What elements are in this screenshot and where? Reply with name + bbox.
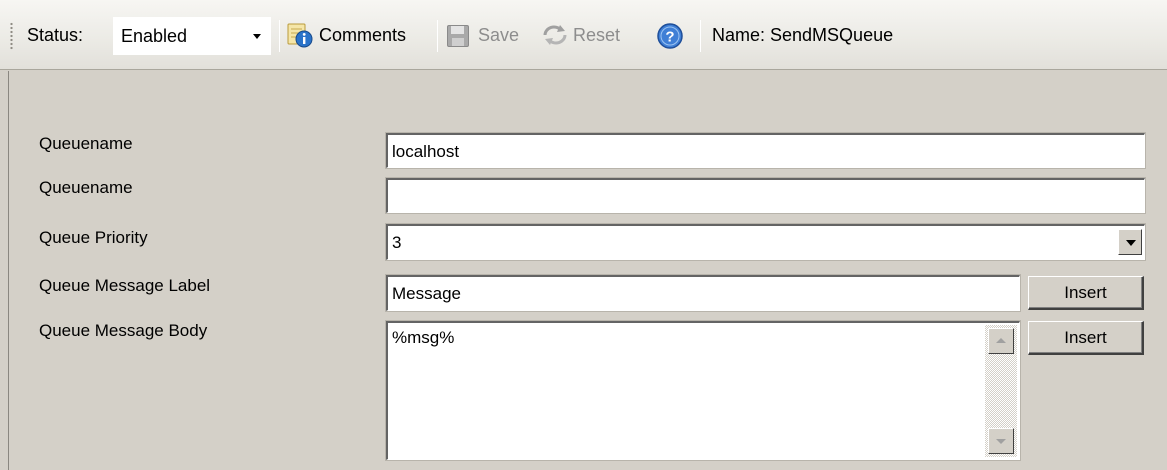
scroll-up-icon[interactable] (988, 328, 1014, 354)
queue-message-body-label: Queue Message Body (39, 321, 208, 340)
queue-priority-select[interactable]: 3 (386, 224, 1145, 260)
reset-icon[interactable] (541, 23, 569, 47)
queue-message-body-textarea[interactable]: %msg% (386, 321, 1020, 460)
help-icon[interactable]: ? (656, 22, 684, 50)
toolbar-separator (279, 20, 280, 52)
comments-button[interactable]: Comments (319, 25, 406, 46)
queue-message-label-input[interactable]: Message (386, 275, 1020, 311)
status-value: Enabled (121, 26, 188, 46)
queue-priority-label: Queue Priority (39, 228, 148, 247)
insert-body-button[interactable]: Insert (1028, 321, 1144, 355)
status-label: Status: (27, 25, 84, 45)
insert-label-button[interactable]: Insert (1028, 276, 1144, 310)
queuename-value: localhost (392, 142, 460, 161)
vertical-scrollbar[interactable] (985, 325, 1017, 457)
svg-text:?: ? (665, 29, 674, 46)
queue-message-body-value: %msg% (392, 328, 455, 347)
queue-message-label-label: Queue Message Label (39, 276, 211, 295)
queuename-label: Queuename (39, 134, 133, 153)
queue-priority-value: 3 (392, 233, 402, 252)
save-button[interactable]: Save (478, 25, 519, 46)
scroll-down-icon[interactable] (988, 428, 1014, 454)
toolbar-separator (437, 20, 438, 52)
queue-message-label-value: Message (392, 284, 461, 303)
save-icon[interactable] (446, 24, 470, 48)
reset-button[interactable]: Reset (573, 25, 620, 46)
toolbar-separator (700, 20, 701, 52)
queuename-input[interactable]: localhost (386, 133, 1145, 168)
rule-name-text: Name: SendMSQueue (712, 25, 894, 45)
status-dropdown[interactable]: Enabled (113, 17, 271, 55)
form-panel: Queuename localhost Queuename Queue Prio… (8, 71, 1167, 470)
chevron-down-icon[interactable] (253, 34, 261, 39)
toolbar-grip[interactable] (10, 22, 13, 50)
chevron-down-icon[interactable] (1118, 229, 1142, 255)
queuename-2-label: Queuename (39, 178, 133, 197)
comments-icon[interactable] (286, 21, 314, 49)
queuename-2-input[interactable] (386, 178, 1145, 213)
toolbar: Status: Enabled Comments Save Reset ? Na… (0, 0, 1167, 70)
